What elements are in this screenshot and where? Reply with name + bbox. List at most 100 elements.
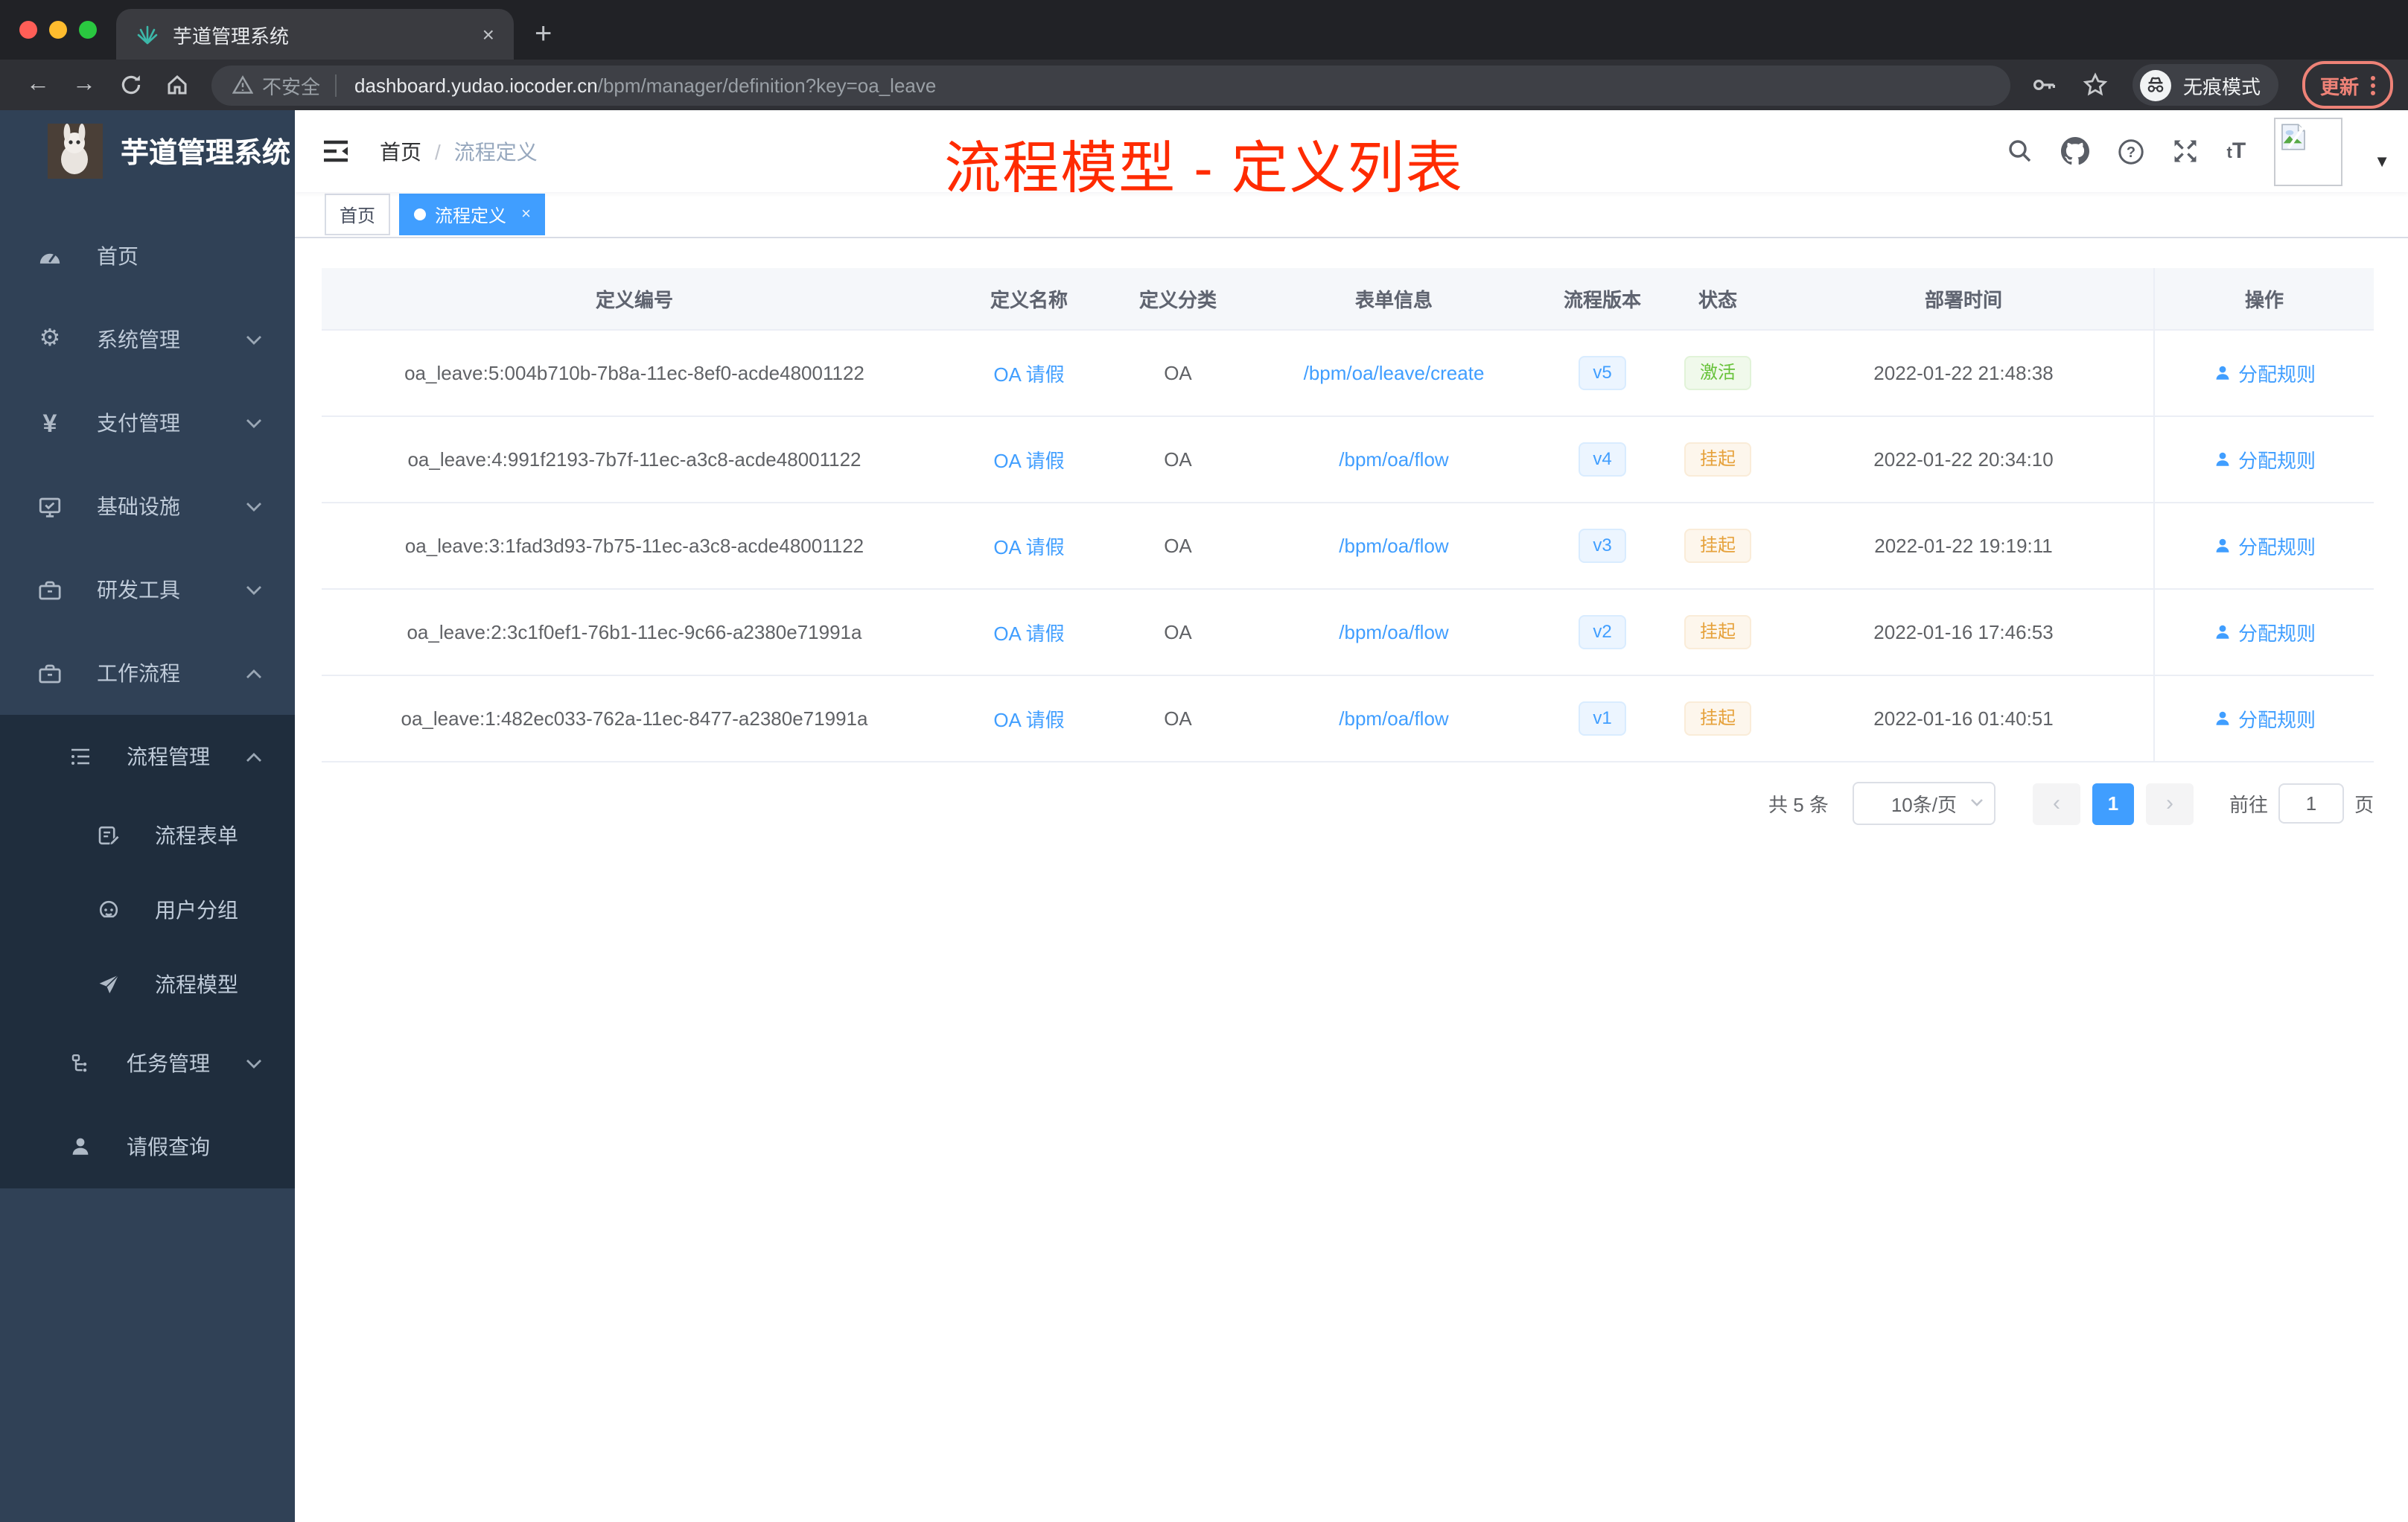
incognito-icon <box>2139 69 2171 101</box>
table-row: oa_leave:4:991f2193-7b7f-11ec-a3c8-acde4… <box>322 417 2374 503</box>
breadcrumb-home[interactable]: 首页 <box>380 136 421 166</box>
status-badge: 挂起 <box>1684 701 1751 736</box>
toolbar-right: 无痕模式 更新 <box>2031 61 2393 109</box>
definition-name-link[interactable]: OA 请假 <box>993 445 1064 474</box>
goto-page-input[interactable]: 1 <box>2278 783 2344 824</box>
browser-tab[interactable]: 芋道管理系统 × <box>116 9 514 60</box>
form-edit-icon <box>95 823 121 848</box>
avatar[interactable] <box>2274 117 2343 185</box>
form-link[interactable]: /bpm/oa/flow <box>1339 621 1448 643</box>
form-link[interactable]: /bpm/oa/leave/create <box>1304 362 1485 384</box>
assign-rule-link[interactable]: 分配规则 <box>2213 445 2316 474</box>
tag-process-definition[interactable]: 流程定义 × <box>399 194 546 235</box>
chevron-down-icon <box>246 1058 262 1069</box>
home-button[interactable] <box>153 73 200 97</box>
url-path: /bpm/manager/definition?key=oa_leave <box>597 74 937 96</box>
col-form-info: 表单信息 <box>1354 289 1433 311</box>
current-page-button[interactable]: 1 <box>2092 783 2134 824</box>
update-label: 更新 <box>2319 75 2359 98</box>
version-badge: v4 <box>1578 442 1627 477</box>
next-page-button[interactable]: › <box>2145 783 2194 824</box>
minimize-window-button[interactable] <box>49 21 67 39</box>
svg-text:?: ? <box>2127 144 2135 160</box>
tab-close-icon[interactable]: × <box>478 22 499 46</box>
definition-category: OA <box>1164 362 1192 384</box>
reload-button[interactable] <box>107 73 153 97</box>
active-dot <box>414 208 427 220</box>
sidebar-item-process-management[interactable]: 流程管理 <box>0 715 295 798</box>
sidebar-menu: 首页 ⚙ 系统管理 ¥ 支付管理 基础设施 研发工具 工作流程 流程管理 流程表… <box>0 214 295 1188</box>
address-bar[interactable]: 不安全 dashboard.yudao.iocoder.cn/bpm/manag… <box>211 65 2010 105</box>
tab-favicon-icon <box>136 22 159 46</box>
definition-category: OA <box>1164 448 1192 471</box>
page-content: 定义编号 定义名称 定义分类 表单信息 流程版本 状态 部署时间 操作 oa_l… <box>295 238 2408 1522</box>
page-size-select[interactable]: 10条/页 <box>1852 782 1995 825</box>
sidebar-item-process-form[interactable]: 流程表单 <box>0 798 295 873</box>
url-host: dashboard.yudao.iocoder.cn <box>354 74 598 96</box>
update-browser-button[interactable]: 更新 <box>2302 61 2393 109</box>
bookmark-star-icon[interactable] <box>2082 71 2109 98</box>
sidebar-item-system[interactable]: ⚙ 系统管理 <box>0 298 295 381</box>
sidebar-item-user-group[interactable]: 用户分组 <box>0 873 295 947</box>
font-size-icon[interactable]: tT <box>2227 138 2246 164</box>
sidebar-item-home[interactable]: 首页 <box>0 214 295 298</box>
forward-button[interactable]: → <box>61 72 107 97</box>
paper-plane-icon <box>95 972 121 997</box>
password-key-icon[interactable] <box>2031 71 2058 98</box>
definition-name-link[interactable]: OA 请假 <box>993 618 1064 646</box>
browser-toolbar: ← → 不安全 dashboard.yudao.iocoder.cn/bpm/m… <box>0 60 2408 110</box>
browser-menu-icon[interactable] <box>2371 75 2375 95</box>
col-definition-name: 定义名称 <box>990 289 1068 311</box>
total-count: 共 5 条 <box>1768 794 1829 816</box>
avatar-caret-icon[interactable]: ▼ <box>2374 153 2390 171</box>
chevron-down-icon <box>246 585 262 595</box>
sidebar-item-dev-tools[interactable]: 研发工具 <box>0 548 295 631</box>
breadcrumb: 首页 / 流程定义 <box>380 136 538 166</box>
version-badge: v2 <box>1578 615 1627 649</box>
help-icon[interactable]: ? <box>2118 138 2145 165</box>
deploy-time: 2022-01-16 01:40:51 <box>1873 707 2054 730</box>
form-link[interactable]: /bpm/oa/flow <box>1339 448 1448 471</box>
chevron-up-icon <box>246 751 262 762</box>
sidebar-logo[interactable]: 芋道管理系统 <box>0 110 295 191</box>
tag-home[interactable]: 首页 <box>325 194 391 235</box>
back-button[interactable]: ← <box>15 72 61 97</box>
yen-icon: ¥ <box>42 409 57 437</box>
close-window-button[interactable] <box>19 21 37 39</box>
definition-id: oa_leave:1:482ec033-762a-11ec-8477-a2380… <box>401 707 868 730</box>
chevron-up-icon <box>246 668 262 678</box>
form-link[interactable]: /bpm/oa/flow <box>1339 707 1448 730</box>
assign-rule-link[interactable]: 分配规则 <box>2213 618 2316 646</box>
goto-page: 前往 1 页 <box>2229 783 2374 824</box>
new-tab-button[interactable]: + <box>535 19 552 49</box>
definition-name-link[interactable]: OA 请假 <box>993 532 1064 560</box>
deploy-time: 2022-01-16 17:46:53 <box>1873 621 2054 643</box>
assign-rule-link[interactable]: 分配规则 <box>2213 532 2316 560</box>
sidebar-item-task-management[interactable]: 任务管理 <box>0 1022 295 1105</box>
prev-page-button[interactable]: ‹ <box>2032 783 2080 824</box>
toolbox-icon <box>37 577 63 602</box>
face-icon <box>95 897 121 923</box>
github-icon[interactable] <box>2061 137 2090 165</box>
search-icon[interactable] <box>2008 138 2033 164</box>
security-label[interactable]: 不安全 <box>262 71 320 99</box>
version-badge: v1 <box>1578 701 1627 736</box>
col-process-version: 流程版本 <box>1563 289 1641 311</box>
tab-strip: 芋道管理系统 × + <box>0 0 2408 60</box>
sidebar-item-workflow[interactable]: 工作流程 <box>0 631 295 715</box>
fullscreen-icon[interactable] <box>2173 138 2199 164</box>
sidebar-item-infrastructure[interactable]: 基础设施 <box>0 465 295 548</box>
tag-close-icon[interactable]: × <box>521 206 531 223</box>
form-link[interactable]: /bpm/oa/flow <box>1339 535 1448 557</box>
definition-name-link[interactable]: OA 请假 <box>993 704 1064 733</box>
sidebar-toggle-icon[interactable] <box>316 138 356 164</box>
sidebar-item-leave-query[interactable]: 请假查询 <box>0 1105 295 1188</box>
sidebar-item-payment[interactable]: ¥ 支付管理 <box>0 381 295 465</box>
sidebar-item-process-model[interactable]: 流程模型 <box>0 947 295 1022</box>
assign-rule-link[interactable]: 分配规则 <box>2213 704 2316 733</box>
assign-rule-link[interactable]: 分配规则 <box>2213 359 2316 387</box>
app-title: 芋道管理系统 <box>121 138 291 169</box>
definition-name-link[interactable]: OA 请假 <box>993 359 1064 387</box>
zoom-window-button[interactable] <box>79 21 97 39</box>
status-badge: 挂起 <box>1684 442 1751 477</box>
